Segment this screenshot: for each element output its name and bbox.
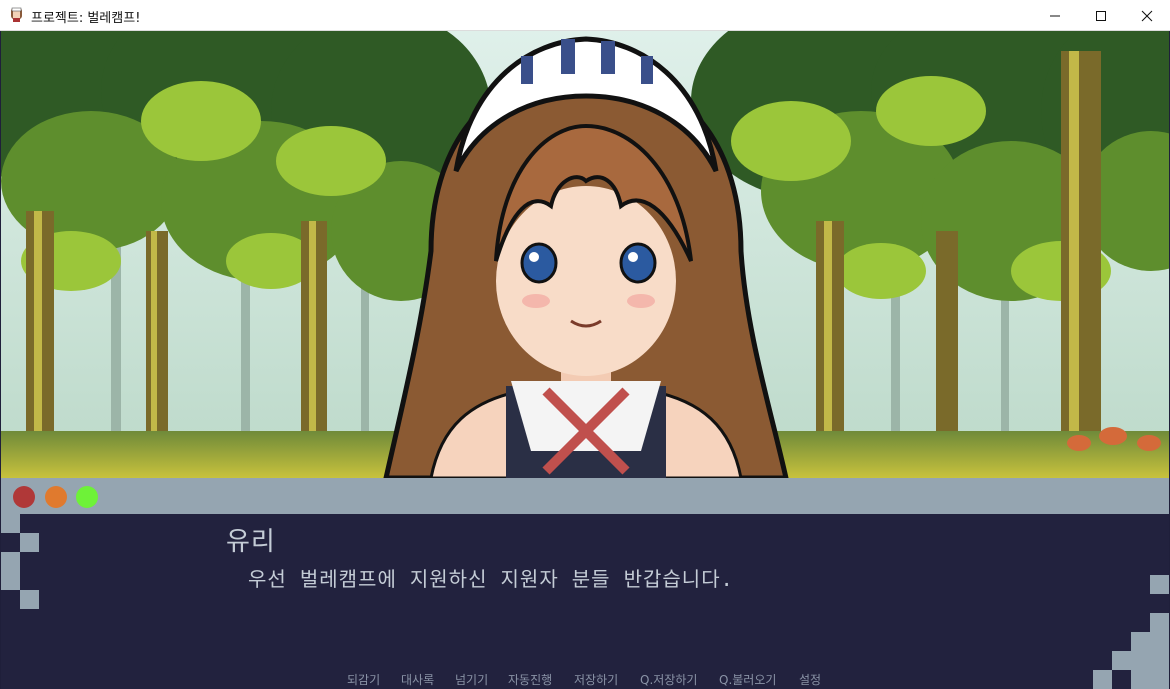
- menu-save[interactable]: 저장하기: [574, 671, 618, 688]
- pixel-decoration: [1, 571, 20, 590]
- window-titlebar: 프로젝트: 벌레캠프!: [0, 0, 1170, 31]
- menu-rollback[interactable]: 되감기: [347, 671, 380, 688]
- pixel-decoration: [1150, 575, 1169, 594]
- pixel-decoration: [1112, 651, 1169, 670]
- pixel-decoration: [20, 533, 39, 552]
- pixel-decoration: [1131, 670, 1169, 689]
- game-scene[interactable]: [1, 31, 1169, 478]
- speaker-name: 유리: [226, 527, 276, 557]
- window-title: 프로젝트: 벌레캠프!: [31, 11, 141, 26]
- close-button[interactable]: [1124, 0, 1170, 31]
- menu-skip[interactable]: 넘기기: [455, 671, 488, 688]
- app-icon: [11, 7, 22, 22]
- menu-settings[interactable]: 설정: [799, 671, 821, 688]
- orange-dot-icon: [45, 486, 67, 508]
- pixel-decoration: [20, 590, 39, 609]
- pixel-decoration: [1150, 613, 1169, 632]
- maximize-icon: [1096, 10, 1106, 21]
- maximize-button[interactable]: [1078, 0, 1124, 31]
- menu-quick-save[interactable]: Q.저장하기: [640, 671, 697, 688]
- dialogue-box[interactable]: [1, 514, 1169, 689]
- close-icon: [1141, 10, 1153, 21]
- maid-girl-sprite: [383, 36, 789, 478]
- red-dot-icon: [13, 486, 35, 508]
- minimize-button[interactable]: [1032, 0, 1078, 31]
- dialog-title-bar: [1, 478, 1169, 514]
- dialogue-text: 우선 벌레캠프에 지원하신 지원자 분들 반갑습니다.: [248, 567, 734, 591]
- pixel-decoration: [1093, 670, 1112, 689]
- menu-quick-load[interactable]: Q.불러오기: [719, 671, 776, 688]
- green-dot-icon: [76, 486, 98, 508]
- pixel-decoration: [1, 552, 20, 571]
- minimize-icon: [1050, 15, 1060, 16]
- menu-auto[interactable]: 자동진행: [508, 671, 552, 688]
- pixel-decoration: [1131, 632, 1169, 651]
- pixel-decoration: [1, 514, 20, 533]
- menu-history[interactable]: 대사록: [401, 671, 434, 688]
